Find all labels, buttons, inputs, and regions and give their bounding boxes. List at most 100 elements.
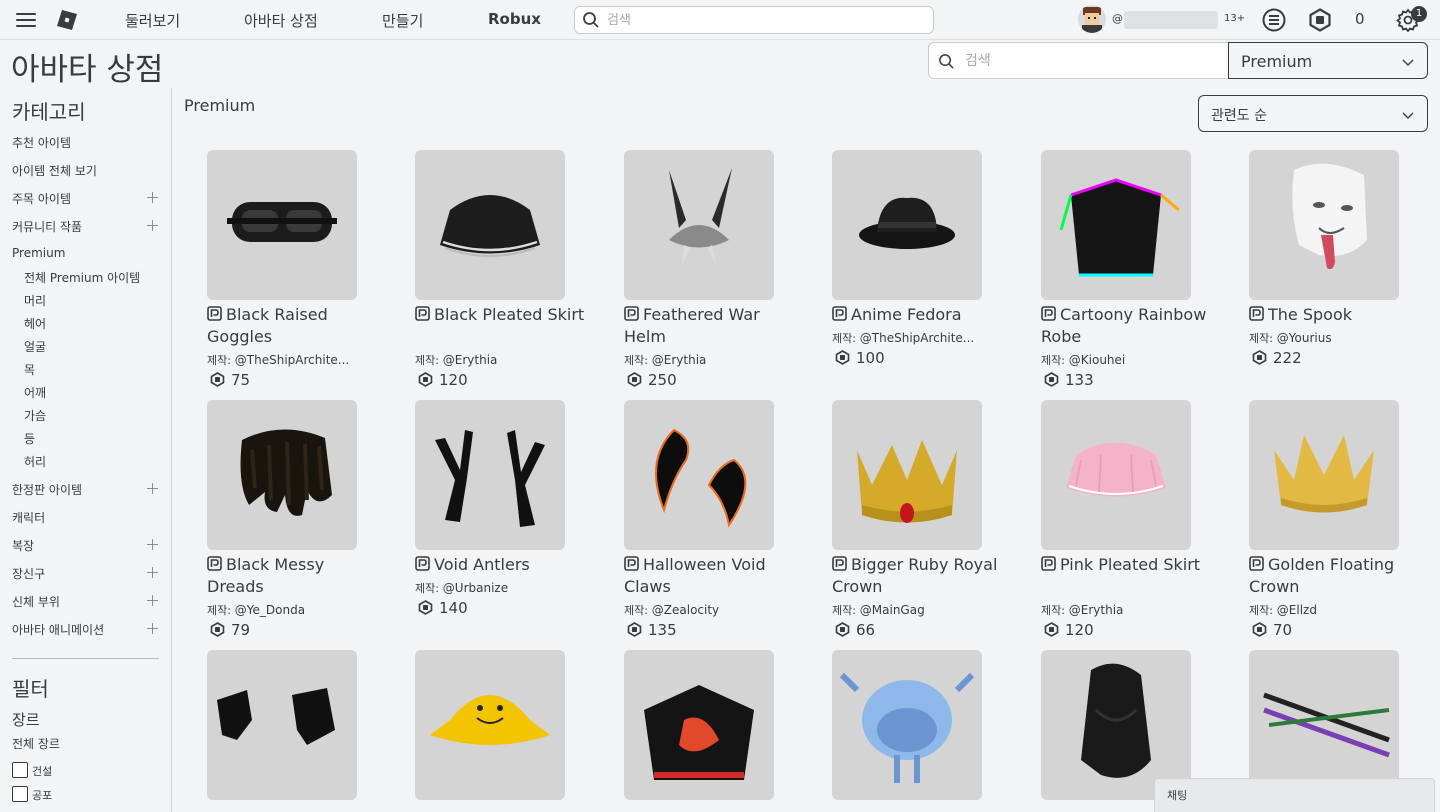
item-creator[interactable]: 제작: @Ellzd	[1249, 602, 1409, 618]
item-card[interactable]: Feathered War Helm 제작: @Erythia 250	[624, 150, 804, 398]
item-thumbnail[interactable]	[832, 400, 982, 550]
sidebar-item-characters[interactable]: 캐릭터	[12, 509, 45, 526]
item-card[interactable]: Halloween Void Claws 제작: @Zealocity 135	[624, 400, 804, 648]
expand-plus-icon[interactable]	[147, 220, 158, 231]
item-thumbnail[interactable]	[207, 150, 357, 300]
nav-link-discover[interactable]: 둘러보기	[125, 10, 180, 31]
item-creator[interactable]: 제작: @MainGag	[832, 602, 992, 618]
item-creator[interactable]: 제작: @Erythia	[624, 352, 784, 368]
item-creator[interactable]: 제작: @Ye_Donda	[207, 602, 367, 618]
item-thumbnail[interactable]	[1249, 400, 1399, 550]
item-creator[interactable]: 제작: @Urbanize	[415, 580, 575, 596]
item-thumbnail[interactable]	[415, 650, 565, 800]
item-card[interactable]: Black Pleated Skirt 제작: @Erythia 120	[415, 150, 595, 398]
sidebar-item-featured[interactable]: 추천 아이템	[12, 134, 71, 151]
expand-plus-icon[interactable]	[147, 623, 158, 634]
sidebar-item-premium[interactable]: Premium	[12, 246, 65, 260]
item-thumbnail[interactable]	[415, 150, 565, 300]
avatar[interactable]	[1078, 5, 1106, 33]
creator-name: @Erythia	[651, 353, 707, 367]
item-card[interactable]: Cartoony Rainbow Robe 제작: @Kiouhei 133	[1041, 150, 1221, 398]
item-thumbnail[interactable]	[207, 650, 357, 800]
expand-plus-icon[interactable]	[147, 595, 158, 606]
item-thumbnail[interactable]	[1249, 150, 1399, 300]
category-dropdown[interactable]: Premium	[1228, 42, 1428, 79]
search-icon[interactable]	[582, 11, 600, 29]
item-name[interactable]: Black Raised Goggles	[207, 304, 377, 348]
item-card[interactable]: Black Raised Goggles 제작: @TheShipArchite.…	[207, 150, 387, 398]
sidebar-item-clothing[interactable]: 복장	[12, 537, 34, 554]
search-icon[interactable]	[938, 53, 955, 70]
genre-all-label[interactable]: 전체 장르	[12, 735, 60, 752]
item-thumbnail[interactable]	[624, 400, 774, 550]
roblox-logo-icon[interactable]	[57, 10, 77, 30]
sidebar-item-community[interactable]: 커뮤니티 작품	[12, 218, 82, 235]
item-thumbnail[interactable]	[1041, 400, 1191, 550]
item-thumbnail[interactable]	[207, 400, 357, 550]
item-creator[interactable]: 제작: @Kiouhei	[1041, 352, 1201, 368]
sidebar-item-body-parts[interactable]: 신체 부위	[12, 593, 60, 610]
item-name[interactable]: Void Antlers	[415, 554, 585, 576]
sidebar-subitem-head[interactable]: 머리	[24, 292, 46, 309]
sidebar-subitem-hair[interactable]: 헤어	[24, 315, 46, 332]
sidebar-item-limited[interactable]: 한정판 아이템	[12, 481, 82, 498]
nav-link-robux[interactable]: Robux	[488, 10, 541, 28]
expand-plus-icon[interactable]	[147, 483, 158, 494]
item-creator[interactable]: 제작: @TheShipArchite...	[832, 330, 992, 346]
sort-dropdown[interactable]: 관련도 순	[1198, 95, 1428, 132]
top-search-input[interactable]	[607, 10, 907, 30]
item-card[interactable]: Golden Floating Crown 제작: @Ellzd 70	[1249, 400, 1429, 648]
sidebar-subitem-all-premium[interactable]: 전체 Premium 아이템	[24, 269, 140, 286]
sidebar-item-all[interactable]: 아이템 전체 보기	[12, 162, 97, 179]
item-creator[interactable]: 제작: @Zealocity	[624, 602, 784, 618]
item-card[interactable]: Anime Fedora 제작: @TheShipArchite... 100	[832, 150, 1012, 398]
item-creator[interactable]: 제작: @Erythia	[415, 352, 575, 368]
item-name[interactable]: Golden Floating Crown	[1249, 554, 1419, 598]
catalog-list-icon[interactable]	[1262, 8, 1286, 32]
chat-bar[interactable]: 채팅	[1154, 778, 1435, 812]
catalog-search-input[interactable]	[965, 51, 1215, 71]
menu-icon[interactable]	[16, 13, 36, 27]
item-thumbnail[interactable]	[1041, 150, 1191, 300]
sidebar-item-highlighted[interactable]: 주목 아이템	[12, 190, 71, 207]
sidebar-subitem-neck[interactable]: 목	[24, 361, 35, 378]
sidebar-item-accessories[interactable]: 장신구	[12, 565, 45, 582]
item-thumbnail[interactable]	[832, 650, 982, 800]
item-card[interactable]: Bigger Ruby Royal Crown 제작: @MainGag 66	[832, 400, 1012, 648]
sidebar-item-animations[interactable]: 아바타 애니메이션	[12, 621, 104, 638]
item-name[interactable]: Halloween Void Claws	[624, 554, 794, 598]
checkbox[interactable]	[12, 786, 28, 802]
item-name[interactable]: Bigger Ruby Royal Crown	[832, 554, 1002, 598]
item-card[interactable]: The Spook 제작: @Yourius 222	[1249, 150, 1429, 398]
item-thumbnail[interactable]	[624, 650, 774, 800]
item-name[interactable]: Anime Fedora	[832, 304, 1002, 326]
item-creator[interactable]: 제작: @Yourius	[1249, 330, 1409, 346]
sidebar-subitem-front[interactable]: 가슴	[24, 407, 46, 424]
item-card[interactable]: Pink Pleated Skirt 제작: @Erythia 120	[1041, 400, 1221, 648]
expand-plus-icon[interactable]	[147, 567, 158, 578]
item-name[interactable]: Cartoony Rainbow Robe	[1041, 304, 1211, 348]
item-name[interactable]: Black Messy Dreads	[207, 554, 377, 598]
nav-link-create[interactable]: 만들기	[382, 10, 423, 31]
item-card[interactable]: Void Antlers 제작: @Urbanize 140	[415, 400, 595, 648]
price-value: 70	[1273, 621, 1293, 639]
sidebar-subitem-back[interactable]: 등	[24, 430, 35, 447]
sidebar-subitem-face[interactable]: 얼굴	[24, 338, 46, 355]
item-thumbnail[interactable]	[832, 150, 982, 300]
item-name[interactable]: Black Pleated Skirt	[415, 304, 585, 326]
checkbox[interactable]	[12, 762, 28, 778]
sidebar-subitem-shoulder[interactable]: 어깨	[24, 384, 46, 401]
item-creator[interactable]: 제작: @TheShipArchite...	[207, 352, 367, 368]
expand-plus-icon[interactable]	[147, 192, 158, 203]
item-card[interactable]: Black Messy Dreads 제작: @Ye_Donda 79	[207, 400, 387, 648]
item-thumbnail[interactable]	[624, 150, 774, 300]
nav-link-avatar-shop[interactable]: 아바타 상점	[244, 10, 318, 31]
item-thumbnail[interactable]	[415, 400, 565, 550]
item-creator[interactable]: 제작: @Erythia	[1041, 602, 1201, 618]
item-name[interactable]: Pink Pleated Skirt	[1041, 554, 1211, 576]
item-name[interactable]: The Spook	[1249, 304, 1419, 326]
expand-plus-icon[interactable]	[147, 539, 158, 550]
item-name[interactable]: Feathered War Helm	[624, 304, 794, 348]
robux-icon[interactable]	[1308, 8, 1332, 32]
sidebar-subitem-waist[interactable]: 허리	[24, 453, 46, 470]
